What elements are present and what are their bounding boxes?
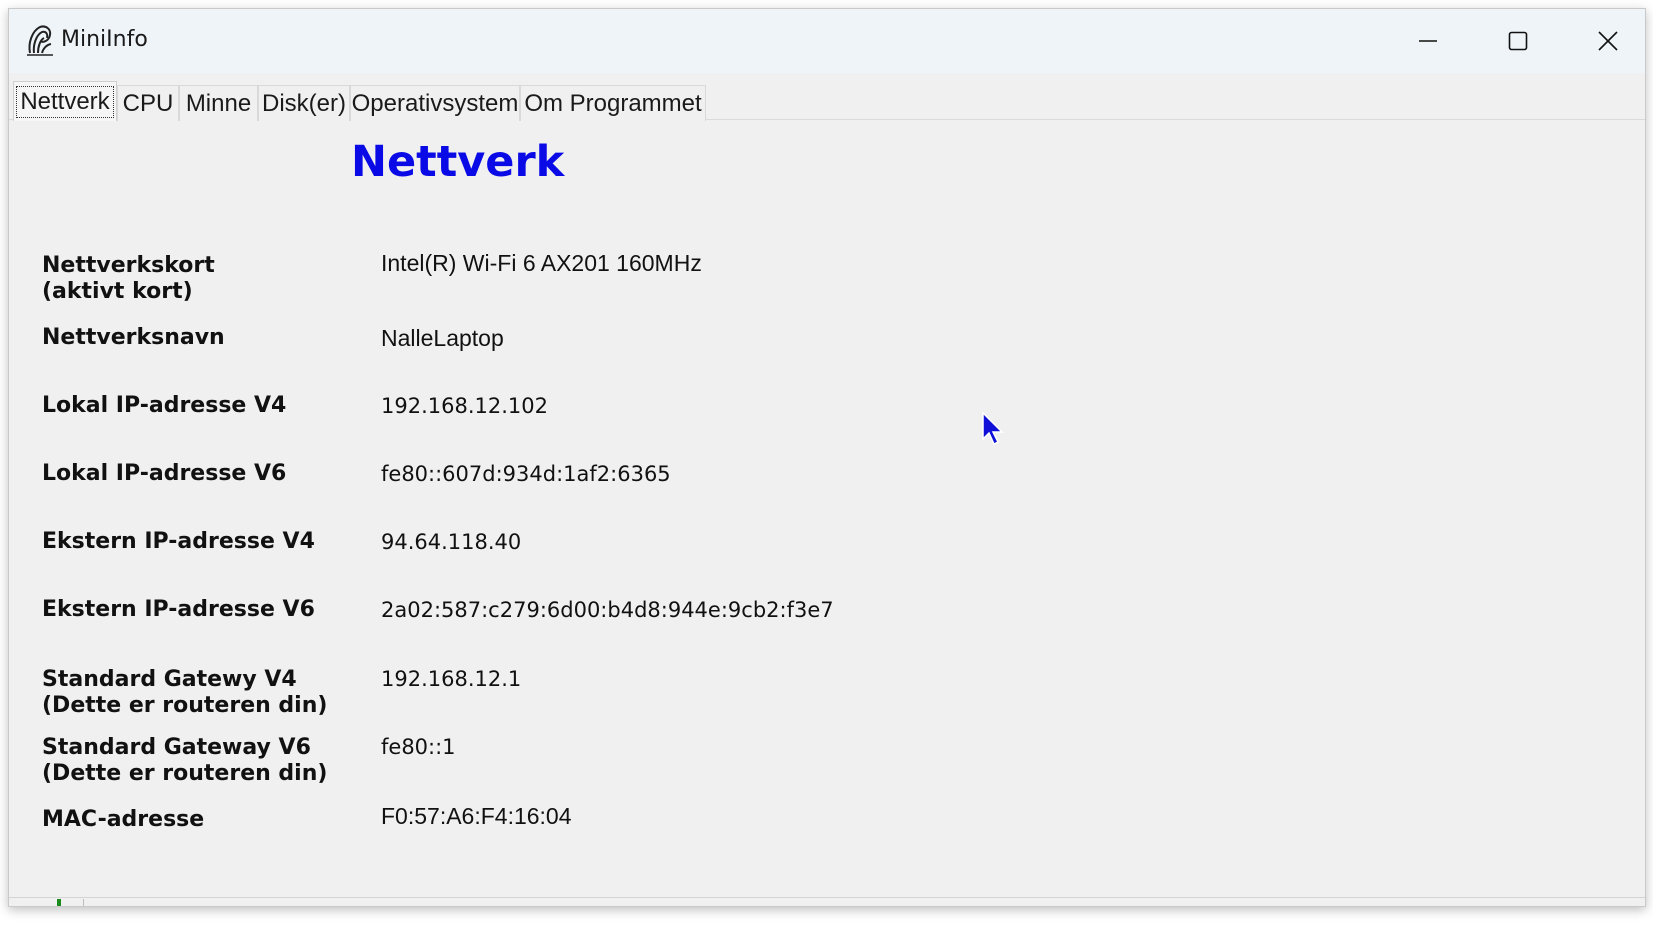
value-nettverksnavn: NalleLaptop	[381, 325, 504, 351]
tab-minne[interactable]: Minne	[179, 85, 258, 121]
status-indicator	[57, 899, 61, 906]
app-window: MiniInfo Nettverk CPU Minne Disk(er) Ope…	[8, 8, 1646, 907]
tab-operativsystem[interactable]: Operativsystem	[350, 85, 520, 121]
tab-label: Operativsystem	[351, 89, 519, 117]
tab-disker[interactable]: Disk(er)	[258, 85, 350, 121]
tab-label: Om Programmet	[524, 89, 702, 117]
minimize-icon	[1419, 40, 1437, 42]
mouse-cursor-icon	[982, 411, 1004, 446]
value-ekstern-ipv6: 2a02:587:c279:6d00:b4d8:944e:9cb2:f3e7	[381, 598, 834, 622]
minimize-button[interactable]	[1383, 9, 1473, 73]
tab-om-programmet[interactable]: Om Programmet	[520, 85, 706, 121]
value-lokal-ipv6: fe80::607d:934d:1af2:6365	[381, 462, 671, 486]
tab-label: CPU	[122, 89, 174, 117]
label-lokal-ipv6: Lokal IP-adresse V6	[42, 461, 287, 486]
value-mac-adresse: F0:57:A6:F4:16:04	[381, 803, 572, 829]
status-bar-divider	[9, 897, 1645, 898]
app-logo-icon	[27, 25, 53, 56]
value-gateway-v6: fe80::1	[381, 735, 456, 759]
label-nettverkskort: Nettverkskort (aktivt kort)	[42, 253, 215, 304]
maximize-button[interactable]	[1473, 9, 1563, 73]
status-separator	[83, 899, 84, 906]
value-gateway-v4: 192.168.12.1	[381, 667, 522, 691]
page-title: Nettverk	[351, 137, 565, 187]
tab-cpu[interactable]: CPU	[117, 85, 179, 121]
tab-nettverk[interactable]: Nettverk	[13, 81, 117, 121]
close-icon	[1598, 31, 1618, 51]
tab-label: Minne	[185, 89, 252, 117]
value-ekstern-ipv4: 94.64.118.40	[381, 530, 522, 554]
label-lokal-ipv4: Lokal IP-adresse V4	[42, 393, 287, 418]
title-bar[interactable]: MiniInfo	[9, 9, 1645, 73]
tab-label: Disk(er)	[262, 89, 346, 117]
tab-label: Nettverk	[16, 85, 114, 118]
window-title: MiniInfo	[61, 27, 148, 52]
value-nettverkskort: Intel(R) Wi-Fi 6 AX201 160MHz	[381, 250, 702, 276]
label-ekstern-ipv4: Ekstern IP-adresse V4	[42, 529, 315, 554]
label-gateway-v4: Standard Gatewy V4 (Dette er routeren di…	[42, 667, 328, 718]
close-button[interactable]	[1563, 9, 1653, 73]
label-ekstern-ipv6: Ekstern IP-adresse V6	[42, 597, 315, 622]
label-mac-adresse: MAC-adresse	[42, 807, 205, 832]
label-gateway-v6: Standard Gateway V6 (Dette er routeren d…	[42, 735, 328, 786]
value-lokal-ipv4: 192.168.12.102	[381, 394, 548, 418]
label-nettverksnavn: Nettverksnavn	[42, 325, 225, 350]
maximize-icon	[1508, 31, 1528, 51]
